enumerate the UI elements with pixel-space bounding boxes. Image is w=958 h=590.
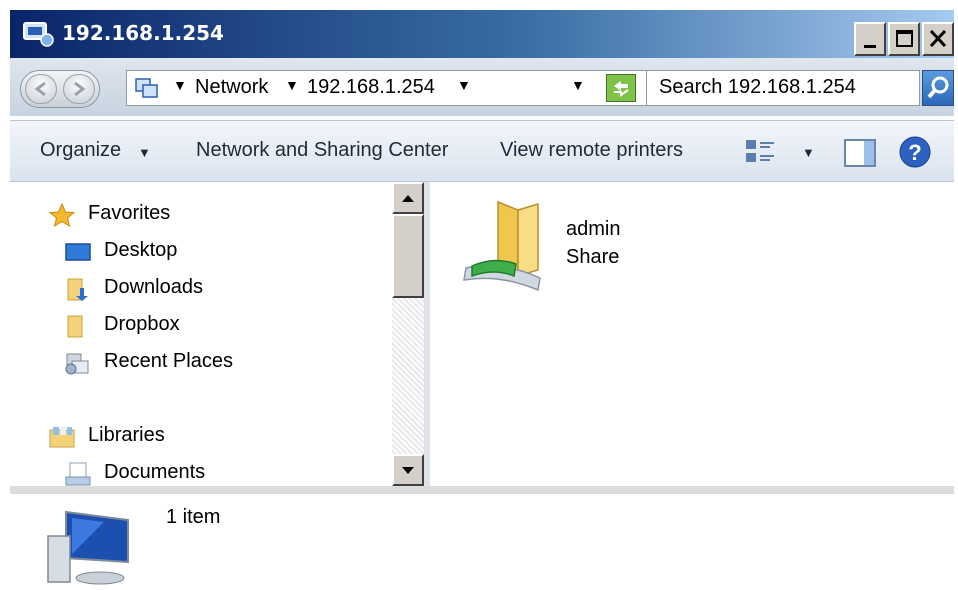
breadcrumb-network[interactable]: Network [195, 76, 268, 99]
search-input[interactable]: Search 192.168.1.254 [646, 70, 920, 106]
nav-libraries-label: Libraries [88, 424, 165, 446]
back-arrow-icon [34, 81, 46, 97]
network-sharing-center-button[interactable]: Network and Sharing Center [196, 139, 448, 162]
navigation-pane: Favorites Desktop Downloads Dropbox Rece… [10, 182, 390, 486]
libraries-icon [49, 427, 75, 448]
nav-item-label: Desktop [104, 239, 178, 261]
breadcrumb-host[interactable]: 192.168.1.254 [307, 76, 435, 99]
help-icon[interactable]: ? [898, 135, 932, 169]
scroll-down-button[interactable] [392, 454, 424, 486]
nav-item-label: Recent Places [104, 350, 233, 372]
close-icon [929, 29, 947, 48]
item-count: 1 item [166, 506, 221, 528]
computer-icon [47, 510, 129, 585]
preview-pane-icon[interactable] [844, 139, 876, 167]
close-button[interactable] [922, 22, 954, 56]
window-title: 192.168.1.254 [62, 21, 224, 45]
forward-arrow-icon [74, 81, 86, 97]
scrollbar-thumb[interactable] [392, 214, 424, 298]
search-placeholder: Search 192.168.1.254 [659, 76, 856, 98]
back-button[interactable] [25, 74, 57, 104]
refresh-button[interactable] [606, 74, 636, 102]
nav-item-label: Downloads [104, 276, 203, 298]
downloads-folder-icon [67, 278, 88, 301]
address-history-dropdown-icon[interactable]: ▼ [571, 77, 585, 93]
breadcrumb[interactable]: ▼ Network ▼ 192.168.1.254 ▼ ▼ [126, 70, 650, 106]
maximize-button[interactable] [888, 22, 920, 56]
folder-icon [67, 315, 83, 338]
forward-button[interactable] [63, 74, 95, 104]
desktop-icon [65, 243, 91, 261]
nav-favorites-label: Favorites [88, 202, 171, 224]
change-view-icon[interactable] [744, 137, 778, 167]
details-pane: 1 item [10, 486, 954, 586]
network-icon [135, 78, 158, 98]
star-icon [48, 202, 76, 228]
search-button[interactable] [922, 70, 954, 106]
recent-places-icon [65, 353, 89, 375]
minimize-button[interactable] [854, 22, 886, 56]
scroll-up-arrow-icon [402, 195, 414, 202]
shared-folder-icon [463, 200, 541, 292]
scroll-down-arrow-icon [402, 467, 414, 474]
breadcrumb-host-dropdown-icon[interactable]: ▼ [457, 77, 471, 93]
share-name: admin [566, 218, 621, 240]
command-bar: Organize ▼ Network and Sharing Center Vi… [10, 120, 954, 182]
refresh-icon [614, 81, 629, 97]
network-location-icon [23, 22, 54, 47]
view-remote-printers-button[interactable]: View remote printers [500, 139, 683, 162]
organize-dropdown-icon[interactable]: ▼ [138, 145, 151, 160]
maximize-icon [896, 30, 913, 47]
documents-icon [65, 462, 91, 486]
nav-item-label: Documents [104, 461, 206, 483]
share-type: Share [566, 246, 620, 268]
nav-item-label: Dropbox [104, 313, 180, 335]
address-bar: ▼ Network ▼ 192.168.1.254 ▼ ▼ Search 192… [10, 58, 954, 116]
navigation-buttons [20, 70, 100, 108]
title-bar: 192.168.1.254 [10, 10, 954, 58]
organize-button[interactable]: Organize [40, 139, 121, 162]
breadcrumb-network-dropdown-icon[interactable]: ▼ [285, 77, 299, 93]
scroll-up-button[interactable] [392, 182, 424, 214]
svg-text:?: ? [908, 140, 921, 165]
minimize-icon [864, 45, 876, 48]
breadcrumb-dropdown-icon[interactable]: ▼ [173, 77, 187, 93]
file-list: admin Share [430, 182, 954, 486]
navigation-scrollbar[interactable] [392, 182, 424, 486]
view-options-dropdown-icon[interactable]: ▼ [802, 145, 815, 160]
search-icon [927, 76, 949, 99]
list-item[interactable]: admin Share [460, 198, 700, 308]
